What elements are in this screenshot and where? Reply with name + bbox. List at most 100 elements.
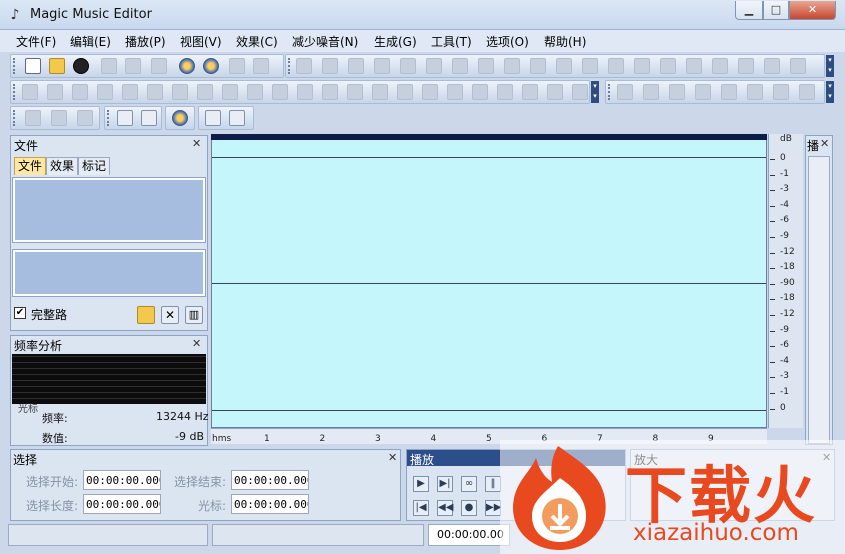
effect-tool-icon: [147, 84, 163, 100]
toolbar-overflow-icon[interactable]: ▾ ▾: [826, 55, 834, 77]
maximize-button[interactable]: □: [763, 1, 789, 20]
selection-start-field[interactable]: [83, 470, 161, 490]
globe-icon[interactable]: [172, 110, 188, 126]
db-tick-label: -18: [780, 293, 795, 304]
close-icon[interactable]: ✕: [192, 337, 201, 350]
delete-icon[interactable]: ✕: [161, 306, 179, 324]
menu-edit[interactable]: 编辑(E): [70, 33, 111, 50]
db-header: dB: [780, 134, 792, 144]
toolbar-grip[interactable]: [107, 110, 111, 126]
close-icon[interactable]: ✕: [192, 137, 201, 150]
menu-noise-reduction[interactable]: 减少噪音(N): [292, 33, 358, 50]
effect-tool-icon: [72, 84, 88, 100]
db-tick-mark: [770, 237, 775, 238]
db-tick-mark: [770, 268, 775, 270]
close-icon[interactable]: ✕: [820, 137, 829, 150]
go-to-start-icon[interactable]: |◀: [413, 500, 429, 516]
filter-tool-icon: [773, 84, 789, 100]
waveform-overview[interactable]: [211, 134, 767, 140]
trash-icon[interactable]: ▥: [185, 306, 203, 324]
full-path-checkbox[interactable]: ✔: [14, 307, 26, 319]
close-icon[interactable]: ✕: [388, 451, 397, 464]
db-tick-label: -90: [780, 277, 795, 288]
selection-length-field[interactable]: [83, 494, 161, 514]
toolbar-grip[interactable]: [288, 58, 292, 74]
share-icon: [253, 58, 269, 74]
frequency-graph: [12, 354, 206, 404]
effect-tool-icon: [522, 84, 538, 100]
midi-icon[interactable]: [229, 110, 245, 126]
cd-icon[interactable]: [73, 58, 89, 74]
save-all-icon: [151, 58, 167, 74]
menu-options[interactable]: 选项(O): [486, 33, 529, 50]
db-tick-mark: [770, 377, 775, 379]
open-folder-icon[interactable]: [137, 306, 155, 324]
equalizer-icon[interactable]: [205, 110, 221, 126]
tab-markers[interactable]: 标记: [78, 157, 111, 175]
minimize-button[interactable]: ▁: [735, 1, 763, 20]
edit-tool-icon: [608, 58, 624, 74]
ruler-tick-label: 5: [486, 434, 492, 444]
db-tick-mark: [770, 393, 775, 394]
open-folder-icon[interactable]: [49, 58, 65, 74]
menu-help[interactable]: 帮助(H): [544, 33, 586, 50]
menu-generate[interactable]: 生成(G): [374, 33, 417, 50]
tab-effects[interactable]: 效果: [46, 157, 79, 175]
filter-tool-icon: [669, 84, 685, 100]
edit-tool-icon: [374, 58, 390, 74]
play-to-end-icon[interactable]: ▶|: [437, 476, 453, 492]
record-icon[interactable]: ●: [461, 500, 477, 516]
pause-icon[interactable]: ‖: [485, 476, 501, 492]
menu-tools[interactable]: 工具(T): [431, 33, 472, 50]
file-toolbar: [10, 54, 284, 78]
rewind-icon[interactable]: ◀◀: [437, 500, 453, 516]
effect-tool-icon: [272, 84, 288, 100]
toolbar-grip[interactable]: [13, 58, 17, 74]
db-tick-mark: [770, 159, 775, 160]
effect-tool-icon: [397, 84, 413, 100]
db-tick-label: -6: [780, 215, 789, 226]
db-tick-label: -1: [780, 168, 789, 179]
effect-tool-icon: [572, 84, 588, 100]
db-tick-label: -12: [780, 246, 795, 257]
channel-top-line: [212, 157, 766, 158]
ruler-tick-label: 1: [264, 434, 270, 444]
db-tick-mark: [770, 190, 775, 192]
loop-icon[interactable]: ∞: [461, 476, 477, 492]
toolbar-grip[interactable]: [13, 110, 17, 126]
edit-tool-icon: [790, 58, 806, 74]
marker-move-icon: [51, 110, 67, 126]
toolbar-overflow-icon[interactable]: ▾ ▾: [591, 81, 599, 103]
db-tick-mark: [770, 174, 775, 176]
print-icon[interactable]: [117, 110, 133, 126]
play-icon[interactable]: ▶: [413, 476, 429, 492]
waveform-area[interactable]: [211, 134, 767, 428]
menu-view[interactable]: 视图(V): [180, 33, 222, 50]
toolbar-grip[interactable]: [13, 84, 17, 100]
forward-icon[interactable]: ▶▶: [485, 500, 501, 516]
db-tick-label: -3: [780, 184, 789, 195]
new-file-icon[interactable]: [25, 58, 41, 74]
toolbar-grip[interactable]: [608, 84, 612, 100]
edit-tool-icon: [478, 58, 494, 74]
page-icon[interactable]: [141, 110, 157, 126]
menu-play[interactable]: 播放(P): [125, 33, 166, 50]
db-tick-label: -4: [780, 199, 789, 210]
file-list[interactable]: [12, 177, 206, 243]
burn-cd-icon[interactable]: [179, 58, 195, 74]
menu-file[interactable]: 文件(F): [16, 33, 56, 50]
edit-tool-icon: [426, 58, 442, 74]
file-info-list[interactable]: [12, 249, 206, 297]
level-meter: [808, 156, 830, 444]
cursor-position-field[interactable]: [231, 494, 309, 514]
menu-effects[interactable]: 效果(C): [236, 33, 278, 50]
effect-tool-icon: [297, 84, 313, 100]
flame-logo-icon: [513, 446, 606, 550]
window-title: Magic Music Editor: [30, 7, 152, 22]
internet-icon[interactable]: [203, 58, 219, 74]
close-button[interactable]: ✕: [789, 1, 836, 20]
toolbar-overflow-icon[interactable]: ▾ ▾: [826, 81, 834, 103]
tab-files[interactable]: 文件: [14, 157, 47, 175]
db-tick-label: -3: [780, 371, 789, 382]
selection-end-field[interactable]: [231, 470, 309, 490]
